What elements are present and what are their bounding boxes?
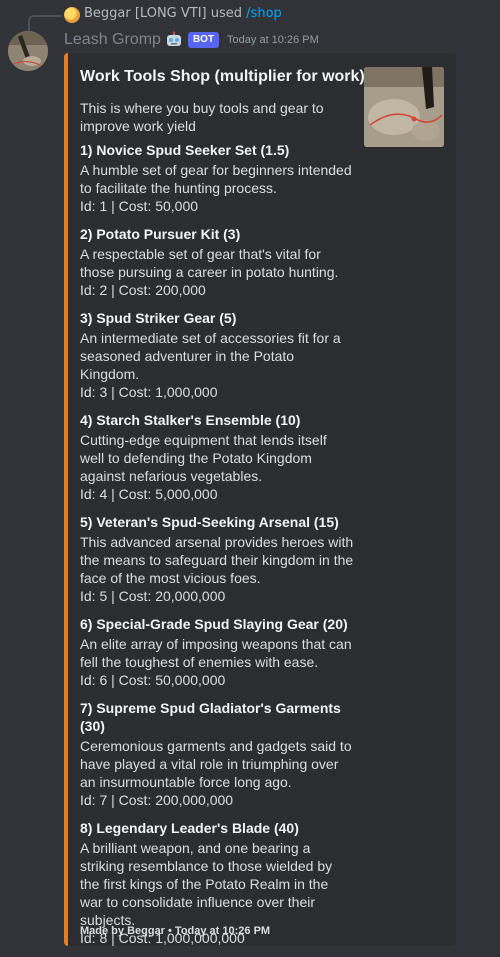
item-id-cost: Id: 3 | Cost: 1,000,000	[80, 384, 218, 400]
username[interactable]: Leash Gromp	[64, 31, 161, 49]
shop-item: 3) Spud Striker Gear (5) An intermediate…	[80, 309, 354, 401]
reply-verb: used	[210, 6, 243, 21]
item-id-cost: Id: 2 | Cost: 200,000	[80, 282, 206, 298]
item-description: A humble set of gear for beginners inten…	[80, 162, 352, 196]
shop-item: 6) Special-Grade Spud Slaying Gear (20) …	[80, 615, 354, 689]
item-name: 4) Starch Stalker's Ensemble (10)	[80, 412, 301, 428]
reply-username[interactable]: Beggar [LONG VTI]	[84, 6, 207, 21]
item-id-cost: Id: 6 | Cost: 50,000,000	[80, 672, 226, 688]
item-name: 7) Supreme Spud Gladiator's Garments (30…	[80, 700, 341, 734]
embed-footer: Made by Beggar • Today at 10:26 PM	[80, 925, 271, 937]
item-name: 6) Special-Grade Spud Slaying Gear (20)	[80, 616, 348, 632]
item-description: This advanced arsenal provides heroes wi…	[80, 534, 354, 586]
reply-text: Beggar [LONG VTI] used /shop	[84, 6, 282, 21]
reply-connector	[28, 15, 62, 33]
shop-item: 2) Potato Pursuer Kit (3) A respectable …	[80, 225, 354, 299]
item-description: Cutting-edge equipment that lends itself…	[80, 432, 327, 484]
item-description: A respectable set of gear that's vital f…	[80, 246, 339, 280]
item-name: 8) Legendary Leader's Blade (40)	[80, 820, 299, 836]
shop-item: 5) Veteran's Spud-Seeking Arsenal (15) T…	[80, 513, 354, 605]
robot-face-icon	[165, 31, 183, 49]
shop-item: 4) Starch Stalker's Ensemble (10) Cuttin…	[80, 411, 354, 503]
item-name: 3) Spud Striker Gear (5)	[80, 310, 237, 326]
embed-thumbnail[interactable]	[364, 67, 444, 147]
avatar[interactable]	[8, 31, 48, 71]
item-description: An elite array of imposing weapons that …	[80, 636, 352, 670]
embed-title: Work Tools Shop (multiplier for work)	[80, 68, 365, 85]
item-id-cost: Id: 1 | Cost: 50,000	[80, 198, 199, 214]
reply-reference[interactable]: Beggar [LONG VTI] used /shop	[0, 0, 500, 33]
item-id-cost: Id: 5 | Cost: 20,000,000	[80, 588, 226, 604]
message-timestamp[interactable]: Today at 10:26 PM	[227, 34, 319, 46]
item-description: Ceremonious garments and gadgets said to…	[80, 738, 352, 790]
item-name: 2) Potato Pursuer Kit (3)	[80, 226, 241, 242]
reply-avatar[interactable]	[64, 7, 80, 23]
item-id-cost: Id: 4 | Cost: 5,000,000	[80, 486, 218, 502]
embed-card: Work Tools Shop (multiplier for work) Th…	[64, 53, 456, 946]
item-description: A brilliant weapon, and one bearing a st…	[80, 840, 333, 928]
item-name: 5) Veteran's Spud-Seeking Arsenal (15)	[80, 514, 339, 530]
shop-item: 1) Novice Spud Seeker Set (1.5) A humble…	[80, 141, 354, 215]
shop-item: 7) Supreme Spud Gladiator's Garments (30…	[80, 699, 354, 809]
reply-command[interactable]: /shop	[246, 6, 282, 21]
bot-badge: BOT	[187, 32, 220, 48]
message-header: Leash Gromp BOT Today at 10:26 PM	[64, 29, 319, 51]
shop-item-list: 1) Novice Spud Seeker Set (1.5) A humble…	[80, 141, 354, 957]
item-description: An intermediate set of accessories fit f…	[80, 330, 341, 382]
embed-description: This is where you buy tools and gear to …	[80, 100, 324, 134]
item-id-cost: Id: 7 | Cost: 200,000,000	[80, 792, 234, 808]
item-name: 1) Novice Spud Seeker Set (1.5)	[80, 142, 290, 158]
